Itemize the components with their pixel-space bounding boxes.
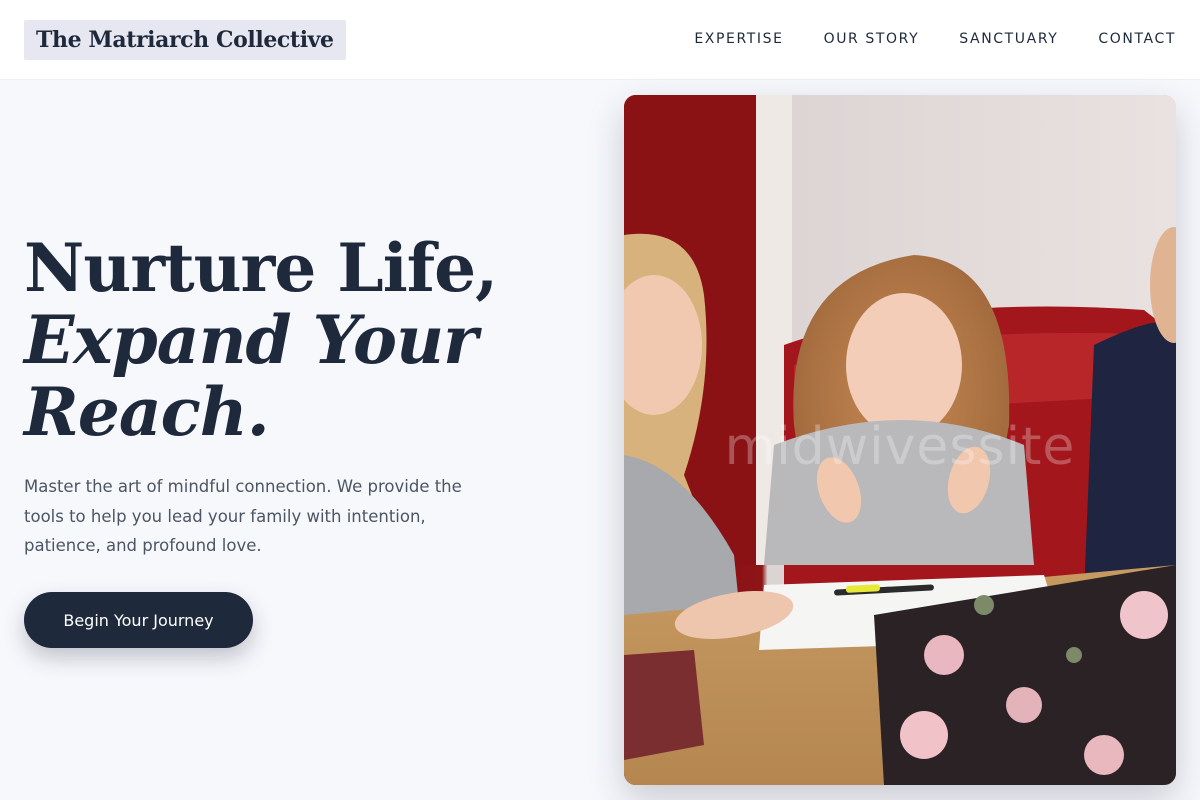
begin-journey-button[interactable]: Begin Your Journey bbox=[24, 592, 253, 648]
family-learning-photo: midwivessite bbox=[624, 95, 1176, 785]
hero-headline: Nurture Life, Expand Your Reach. bbox=[24, 232, 584, 448]
headline-line-2: Expand Your bbox=[24, 301, 478, 379]
nav-sanctuary[interactable]: SANCTUARY bbox=[959, 29, 1058, 49]
headline-line-1: Nurture Life, bbox=[24, 229, 498, 307]
photo-illustration bbox=[624, 95, 1176, 785]
headline-line-3: Reach. bbox=[24, 373, 270, 451]
nav-contact[interactable]: CONTACT bbox=[1098, 29, 1176, 49]
site-header: The Matriarch Collective EXPERTISE OUR S… bbox=[0, 0, 1200, 80]
hero-description: Master the art of mindful connection. We… bbox=[24, 477, 462, 555]
nav-our-story[interactable]: OUR STORY bbox=[824, 29, 920, 49]
site-logo[interactable]: The Matriarch Collective bbox=[24, 20, 346, 60]
nav-expertise[interactable]: EXPERTISE bbox=[694, 29, 783, 49]
main-nav: EXPERTISE OUR STORY SANCTUARY CONTACT bbox=[694, 29, 1176, 49]
